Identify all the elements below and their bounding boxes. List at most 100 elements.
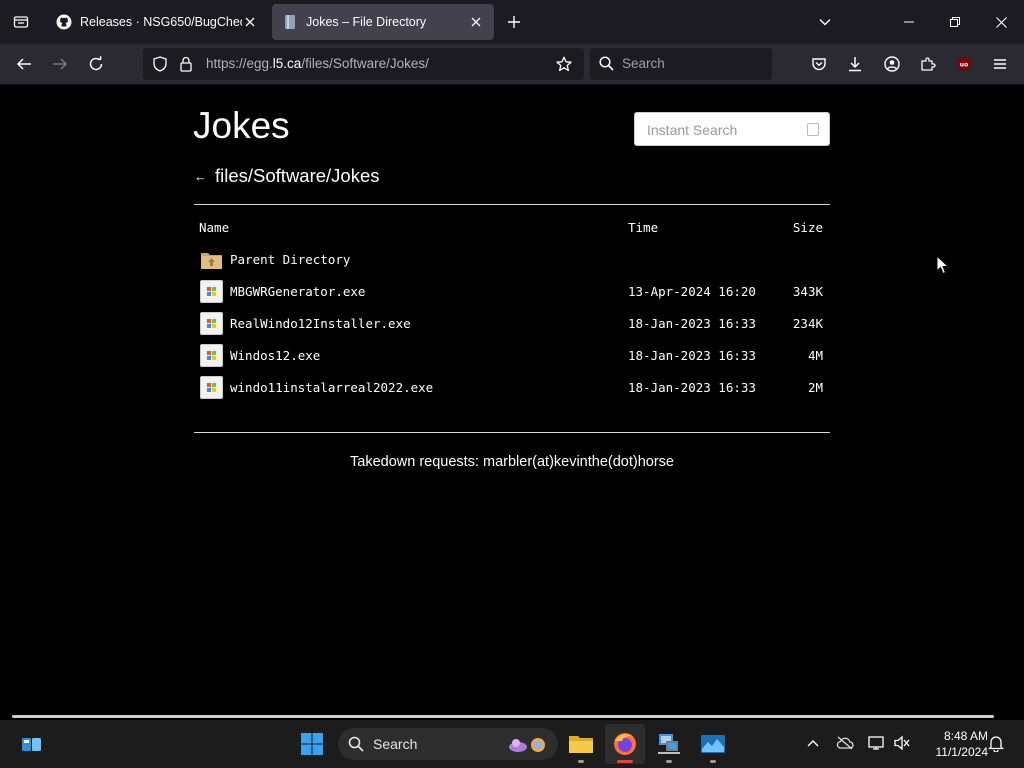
executable-file-icon: [200, 280, 223, 303]
breadcrumb: ← files/Software/Jokes: [194, 165, 380, 187]
file-time: 18-Jan-2023 16:33: [628, 348, 756, 363]
forward-button[interactable]: [45, 49, 75, 79]
firefox-button[interactable]: [605, 724, 645, 764]
taskbar-search-label: Search: [373, 736, 418, 752]
bottom-divider: [194, 432, 830, 433]
bell-icon: [988, 736, 1004, 752]
blue-app-button[interactable]: [693, 724, 733, 764]
reload-button[interactable]: [81, 49, 111, 79]
parent-directory-row[interactable]: Parent Directory: [194, 244, 830, 276]
ublock-origin-button[interactable]: uo: [949, 49, 979, 79]
minimize-button[interactable]: [886, 0, 932, 44]
app-running-indicator: [666, 760, 672, 763]
taskbar-search[interactable]: Search: [338, 728, 558, 760]
pocket-button[interactable]: [804, 49, 834, 79]
puzzle-icon: [921, 57, 936, 71]
breadcrumb-path: files/Software/Jokes: [215, 165, 380, 186]
taskbar-divider: [12, 715, 994, 718]
search-icon: [348, 736, 364, 756]
column-header-name[interactable]: Name: [199, 220, 229, 235]
restore-icon: [950, 17, 960, 27]
minimize-icon: [904, 21, 914, 23]
search-bar[interactable]: Search: [590, 48, 772, 80]
clock-date: 11/1/2024: [935, 745, 989, 759]
app-menu-button[interactable]: [985, 49, 1015, 79]
file-size: 343K: [792, 284, 823, 299]
network-icon: [868, 736, 884, 750]
url-bar[interactable]: https://egg.l5.ca/files/Software/Jokes/: [143, 48, 584, 80]
back-button[interactable]: [9, 49, 39, 79]
tab-title: Jokes – File Directory: [306, 15, 427, 29]
page-content: Jokes Instant Search ← files/Software/Jo…: [0, 85, 1024, 718]
search-placeholder: Search: [622, 56, 665, 71]
file-name-link[interactable]: MBGWRGenerator.exe: [230, 284, 365, 299]
takedown-notice: Takedown requests: marbler(at)kevinthe(d…: [350, 454, 674, 470]
close-tab-icon[interactable]: [468, 14, 484, 30]
network-app-button[interactable]: [649, 724, 689, 764]
file-name-link[interactable]: windo11instalarreal2022.exe: [230, 380, 433, 395]
breadcrumb-back-link[interactable]: ←: [194, 169, 207, 184]
app-running-indicator: [578, 760, 584, 763]
taskbar: Search 8:48 AM 11/1/2024: [0, 720, 1024, 768]
notifications-button[interactable]: [985, 732, 1007, 754]
file-row[interactable]: MBGWRGenerator.exe 13-Apr-2024 16:20 343…: [194, 276, 830, 308]
file-row[interactable]: RealWindo12Installer.exe 18-Jan-2023 16:…: [194, 308, 830, 340]
tab-strip: Releases · NSG650/BugCheckHack Jokes – F…: [0, 0, 1024, 44]
tab-releases[interactable]: Releases · NSG650/BugCheckHack: [46, 4, 268, 40]
app-active-indicator: [617, 760, 633, 763]
network-tray-button[interactable]: [866, 732, 888, 754]
speaker-muted-icon: [894, 735, 910, 751]
download-icon: [849, 57, 861, 72]
star-icon[interactable]: [556, 56, 572, 76]
url-text[interactable]: https://egg.l5.ca/files/Software/Jokes/: [206, 56, 429, 71]
shield-icon[interactable]: [152, 56, 168, 76]
plus-icon: [508, 16, 520, 28]
parent-directory-link[interactable]: Parent Directory: [230, 252, 350, 267]
volume-tray-button[interactable]: [891, 732, 913, 754]
arrow-left-icon: [16, 58, 31, 70]
search-highlight-icon: [506, 734, 550, 760]
start-button[interactable]: [292, 724, 332, 764]
instant-search-input[interactable]: Instant Search: [634, 112, 830, 146]
file-name-link[interactable]: Windos12.exe: [230, 348, 320, 363]
file-listing: Name Time Size Parent Directory MBGWRGen…: [194, 218, 830, 404]
file-row[interactable]: Windos12.exe 18-Jan-2023 16:33 4M: [194, 340, 830, 372]
page-title: Jokes: [193, 105, 290, 146]
file-name-link[interactable]: RealWindo12Installer.exe: [230, 316, 411, 331]
app-running-indicator: [710, 760, 716, 763]
list-all-tabs-button[interactable]: [814, 11, 836, 33]
listing-header: Name Time Size: [194, 218, 830, 238]
clock-time: 8:48 AM: [943, 729, 988, 743]
new-tab-button[interactable]: [503, 11, 525, 33]
executable-file-icon: [200, 376, 223, 399]
executable-file-icon: [200, 344, 223, 367]
file-time: 18-Jan-2023 16:33: [628, 316, 756, 331]
executable-file-icon: [200, 312, 223, 335]
keyboard-shortcut-icon: [807, 123, 819, 136]
extensions-button[interactable]: [913, 49, 943, 79]
close-tab-icon[interactable]: [242, 14, 258, 30]
downloads-button[interactable]: [840, 49, 870, 79]
show-hidden-icons-button[interactable]: [802, 732, 824, 754]
clock[interactable]: 8:48 AM 11/1/2024: [918, 728, 989, 760]
tab-jokes[interactable]: Jokes – File Directory: [272, 4, 494, 40]
file-explorer-button[interactable]: [561, 724, 601, 764]
column-header-time[interactable]: Time: [628, 220, 658, 235]
column-header-size[interactable]: Size: [793, 220, 823, 235]
account-button[interactable]: [877, 49, 907, 79]
tab-title: Releases · NSG650/BugCheckHack: [80, 15, 242, 29]
search-icon: [599, 56, 614, 75]
close-window-button[interactable]: [978, 0, 1024, 44]
arrow-right-icon: [53, 58, 68, 70]
file-size: 4M: [807, 348, 823, 363]
lock-icon[interactable]: [179, 56, 193, 76]
onedrive-tray-button[interactable]: [834, 732, 856, 754]
file-time: 18-Jan-2023 16:33: [628, 380, 756, 395]
firefox-view-button[interactable]: [0, 0, 42, 44]
file-row[interactable]: windo11instalarreal2022.exe 18-Jan-2023 …: [194, 372, 830, 404]
firefox-view-icon: [13, 16, 29, 28]
restore-button[interactable]: [932, 0, 978, 44]
network-computer-icon: [658, 734, 680, 754]
file-time: 13-Apr-2024 16:20: [628, 284, 756, 299]
widgets-button[interactable]: [12, 724, 52, 764]
